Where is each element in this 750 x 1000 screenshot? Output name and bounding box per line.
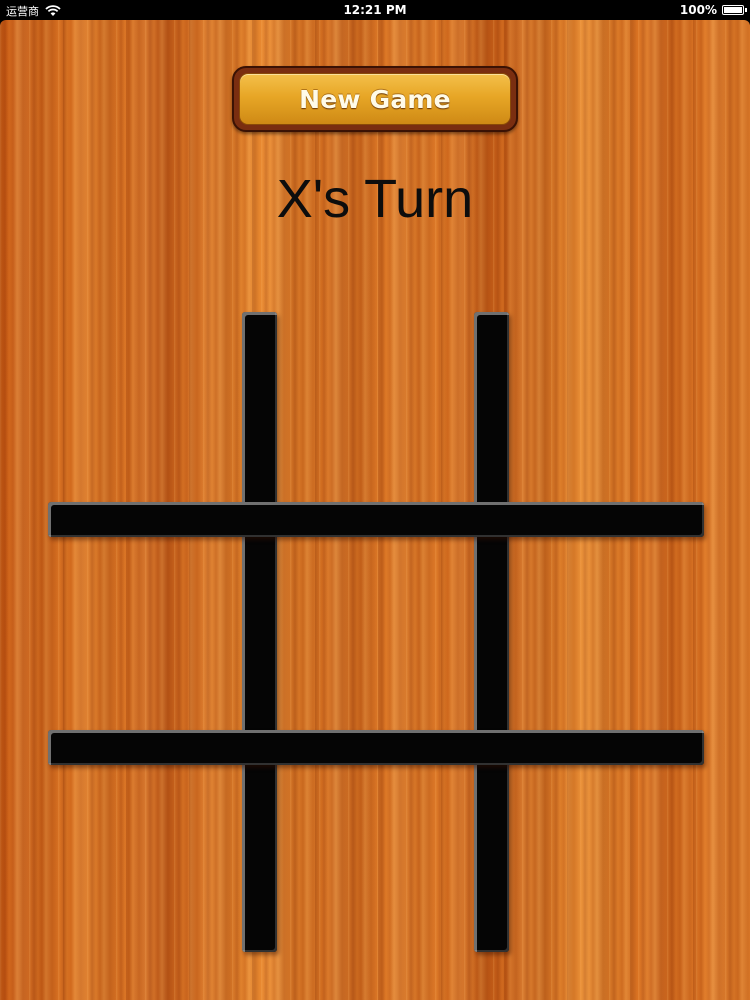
status-bar: 运营商 12:21 PM 100% [0, 0, 750, 20]
board-cell-top-left[interactable] [48, 312, 242, 502]
new-game-button-face[interactable]: New Game [239, 73, 511, 125]
board-cell-bottom-center[interactable] [277, 765, 474, 952]
grid-line-vertical-right [474, 312, 509, 952]
status-time: 12:21 PM [343, 3, 407, 17]
board-cell-center[interactable] [277, 537, 474, 730]
turn-indicator: X's Turn [276, 169, 474, 229]
battery-info: 100% [679, 3, 747, 17]
board-cell-bottom-right[interactable] [509, 765, 704, 952]
board-cell-bottom-left[interactable] [48, 765, 242, 952]
battery-tip [745, 8, 747, 12]
battery-icon [722, 5, 747, 15]
battery-fill [724, 7, 742, 13]
battery-percent: 100% [679, 3, 717, 17]
board-cell-top-right[interactable] [509, 312, 704, 502]
new-game-button[interactable]: New Game [232, 66, 518, 132]
grid-line-vertical-left [242, 312, 277, 952]
grid-line-horizontal-top [48, 502, 704, 537]
board-cell-middle-right[interactable] [509, 537, 704, 730]
grid-line-horizontal-bottom [48, 730, 704, 765]
board-cell-middle-left[interactable] [48, 537, 242, 730]
new-game-label: New Game [299, 84, 451, 114]
board-cell-top-center[interactable] [277, 312, 474, 502]
